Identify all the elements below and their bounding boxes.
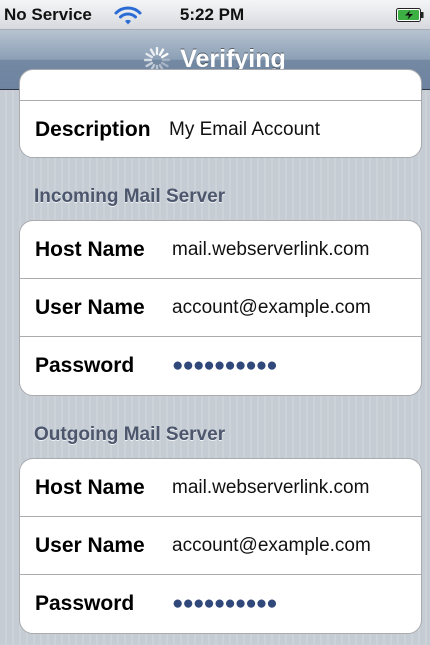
spinner-ray (159, 47, 165, 56)
outgoing-host-row[interactable]: Host Name mail.webserverlink.com (20, 459, 421, 517)
outgoing-section-header: Outgoing Mail Server (34, 424, 226, 445)
incoming-section-header: Incoming Mail Server (34, 186, 226, 207)
spinner-ray (145, 52, 154, 58)
outgoing-server-group: Host Name mail.webserverlink.com User Na… (19, 458, 422, 634)
incoming-host-row[interactable]: Host Name mail.webserverlink.com (20, 221, 421, 279)
status-time: 5:22 PM (179, 5, 245, 24)
incoming-password-row[interactable]: Password ●●●●●●●●●● (20, 337, 421, 395)
outgoing-password-field[interactable]: ●●●●●●●●●● (172, 575, 278, 633)
spinner-ray (161, 52, 169, 58)
outgoing-password-row[interactable]: Password ●●●●●●●●●● (20, 575, 421, 633)
incoming-server-group: Host Name mail.webserverlink.com User Na… (19, 220, 422, 396)
incoming-user-field[interactable]: account@example.com (172, 279, 371, 336)
incoming-user-row[interactable]: User Name account@example.com (20, 279, 421, 337)
row-divider (19, 100, 422, 101)
spinner-ray (145, 61, 154, 67)
description-label: Description (35, 118, 151, 141)
outgoing-user-row[interactable]: User Name account@example.com (20, 517, 421, 575)
status-bar: No Service 5:22 PM (0, 0, 430, 30)
outgoing-host-field[interactable]: mail.webserverlink.com (172, 459, 369, 516)
description-field[interactable]: My Email Account (169, 101, 320, 157)
spinner-ray (150, 47, 156, 56)
spinner-ray (161, 61, 169, 67)
incoming-host-field[interactable]: mail.webserverlink.com (172, 221, 369, 278)
outgoing-user-label: User Name (35, 533, 145, 557)
battery-charging-icon (396, 8, 424, 22)
incoming-password-field[interactable]: ●●●●●●●●●● (172, 337, 278, 395)
description-row[interactable]: Description My Email Account (20, 70, 421, 157)
incoming-user-label: User Name (35, 295, 145, 319)
account-group: Description My Email Account (19, 69, 422, 158)
outgoing-password-label: Password (35, 592, 135, 615)
outgoing-host-label: Host Name (35, 475, 145, 499)
outgoing-user-field[interactable]: account@example.com (172, 517, 371, 574)
incoming-password-label: Password (35, 354, 135, 377)
incoming-host-label: Host Name (35, 237, 145, 261)
